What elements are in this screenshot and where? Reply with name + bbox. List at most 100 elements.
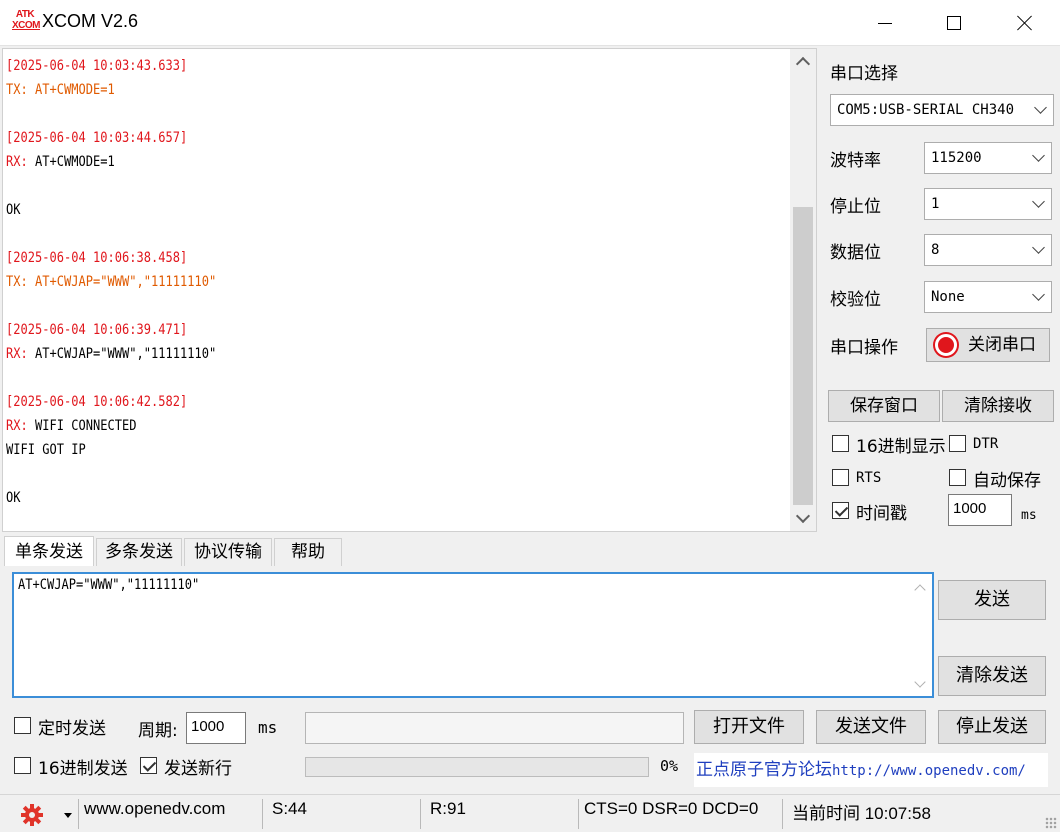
- maximize-button[interactable]: [920, 0, 990, 46]
- receive-scrollbar[interactable]: [790, 49, 816, 531]
- send-progress-bar: [305, 757, 649, 777]
- hex-display-label: 16进制显示: [856, 437, 946, 457]
- rts-label: RTS: [856, 470, 882, 486]
- log-tx-line: TX: AT+CWJAP="WWW","11111110": [6, 274, 217, 290]
- stopbits-value: 1: [931, 196, 940, 212]
- dtr-label: DTR: [973, 436, 999, 452]
- log-line: WIFI GOT IP: [6, 442, 86, 458]
- period-input[interactable]: 1000: [186, 712, 246, 744]
- log-timestamp: [2025-06-04 10:03:43.633]: [6, 58, 188, 74]
- hex-send-label: 16进制发送: [38, 759, 128, 779]
- parity-select[interactable]: None: [924, 281, 1052, 313]
- forum-link[interactable]: 正点原子官方论坛http://www.openedv.com/: [694, 753, 1048, 787]
- receive-log: [2025-06-04 10:03:43.633] TX: AT+CWMODE=1…: [6, 54, 677, 510]
- scroll-down-icon[interactable]: [795, 508, 811, 524]
- scroll-down-icon[interactable]: [914, 676, 926, 688]
- databits-label: 数据位: [830, 243, 881, 263]
- log-tx-line: TX: AT+CWMODE=1: [6, 82, 115, 98]
- hex-send-checkbox[interactable]: [14, 757, 31, 774]
- window-title: XCOM V2.6: [42, 11, 139, 31]
- send-text: AT+CWJAP="WWW","11111110": [18, 577, 200, 593]
- chevron-down-icon: [1032, 195, 1045, 208]
- file-path-input[interactable]: [305, 712, 684, 744]
- title-bar[interactable]: ATK XCOM XCOM V2.6: [0, 0, 1060, 46]
- rts-checkbox[interactable]: [832, 469, 849, 486]
- scroll-up-icon[interactable]: [914, 584, 926, 596]
- open-file-button[interactable]: 打开文件: [694, 710, 804, 744]
- port-select[interactable]: COM5:USB-SERIAL CH340: [830, 94, 1054, 126]
- tab-single-send[interactable]: 单条发送: [4, 536, 94, 566]
- send-input[interactable]: AT+CWJAP="WWW","11111110": [12, 572, 934, 698]
- newline-checkbox[interactable]: [140, 757, 157, 774]
- minimize-button[interactable]: [850, 0, 920, 46]
- clear-send-button[interactable]: 清除发送: [938, 656, 1046, 696]
- forum-text: 正点原子官方论坛: [696, 760, 832, 780]
- log-rx-line: RX: AT+CWMODE=1: [6, 154, 115, 170]
- scroll-thumb[interactable]: [793, 207, 813, 505]
- timestamp-interval-input[interactable]: 1000: [948, 494, 1012, 526]
- tab-help[interactable]: 帮助: [274, 538, 342, 566]
- progress-text: 0%: [660, 757, 679, 775]
- stopbits-select[interactable]: 1: [924, 188, 1052, 220]
- port-op-label: 串口操作: [830, 338, 898, 358]
- tab-protocol[interactable]: 协议传输: [184, 538, 272, 566]
- send-button[interactable]: 发送: [938, 580, 1046, 620]
- log-rx-line: RX: WIFI CONNECTED: [6, 418, 137, 434]
- timestamp-label: 时间戳: [856, 504, 907, 524]
- chevron-down-icon: [1032, 288, 1045, 301]
- chevron-down-icon: [1034, 101, 1047, 114]
- chevron-down-icon: [1032, 149, 1045, 162]
- databits-value: 8: [931, 242, 940, 258]
- close-port-button[interactable]: 关闭串口: [926, 328, 1050, 362]
- period-unit: ms: [258, 718, 278, 737]
- timestamp-checkbox[interactable]: [832, 502, 849, 519]
- gear-icon[interactable]: [20, 803, 44, 827]
- atk-logo-icon: ATK XCOM: [12, 9, 41, 31]
- settings-panel: 串口选择 COM5:USB-SERIAL CH340 波特率 115200 停止…: [820, 48, 1060, 534]
- received-count: R:91: [430, 799, 466, 818]
- receive-area[interactable]: [2025-06-04 10:03:43.633] TX: AT+CWMODE=1…: [2, 48, 817, 532]
- stop-send-button[interactable]: 停止发送: [938, 710, 1046, 744]
- parity-value: None: [931, 289, 965, 305]
- website-link[interactable]: www.openedv.com: [84, 799, 225, 829]
- log-line: OK: [6, 202, 21, 218]
- timed-send-label: 定时发送: [38, 719, 106, 739]
- log-timestamp: [2025-06-04 10:03:44.657]: [6, 130, 188, 146]
- baud-select[interactable]: 115200: [924, 142, 1052, 174]
- status-bar: www.openedv.com S:44 R:91 CTS=0 DSR=0 DC…: [0, 794, 1060, 832]
- sent-count: S:44: [272, 799, 307, 818]
- send-file-button[interactable]: 发送文件: [816, 710, 926, 744]
- newline-label: 发送新行: [164, 759, 232, 779]
- hex-display-checkbox[interactable]: [832, 435, 849, 452]
- resize-grip[interactable]: [1045, 817, 1057, 829]
- forum-url[interactable]: http://www.openedv.com/: [832, 763, 1026, 779]
- log-line: OK: [6, 490, 21, 506]
- timed-send-checkbox[interactable]: [14, 717, 31, 734]
- maximize-icon: [947, 16, 961, 30]
- autosave-label: 自动保存: [973, 471, 1041, 491]
- log-timestamp: [2025-06-04 10:06:39.471]: [6, 322, 188, 338]
- record-icon: [935, 334, 957, 356]
- close-button[interactable]: [990, 0, 1060, 46]
- tab-multi-send[interactable]: 多条发送: [96, 538, 182, 566]
- autosave-checkbox[interactable]: [949, 469, 966, 486]
- clear-receive-button[interactable]: 清除接收: [942, 390, 1054, 422]
- port-value: COM5:USB-SERIAL CH340: [837, 102, 1015, 118]
- log-rx-line: RX: AT+CWJAP="WWW","11111110": [6, 346, 217, 362]
- dtr-checkbox[interactable]: [949, 435, 966, 452]
- databits-select[interactable]: 8: [924, 234, 1052, 266]
- log-timestamp: [2025-06-04 10:06:38.458]: [6, 250, 188, 266]
- signal-status: CTS=0 DSR=0 DCD=0: [584, 799, 759, 818]
- timestamp-unit: ms: [1021, 508, 1037, 523]
- caret-down-icon[interactable]: [64, 813, 72, 818]
- xcom-window: ATK XCOM XCOM V2.6 [2025-06-04 10:03:43.…: [0, 0, 1060, 832]
- save-window-button[interactable]: 保存窗口: [828, 390, 940, 422]
- minimize-icon: [878, 23, 892, 24]
- stopbits-label: 停止位: [830, 197, 881, 217]
- baud-value: 115200: [931, 150, 982, 166]
- scroll-up-icon[interactable]: [795, 56, 811, 72]
